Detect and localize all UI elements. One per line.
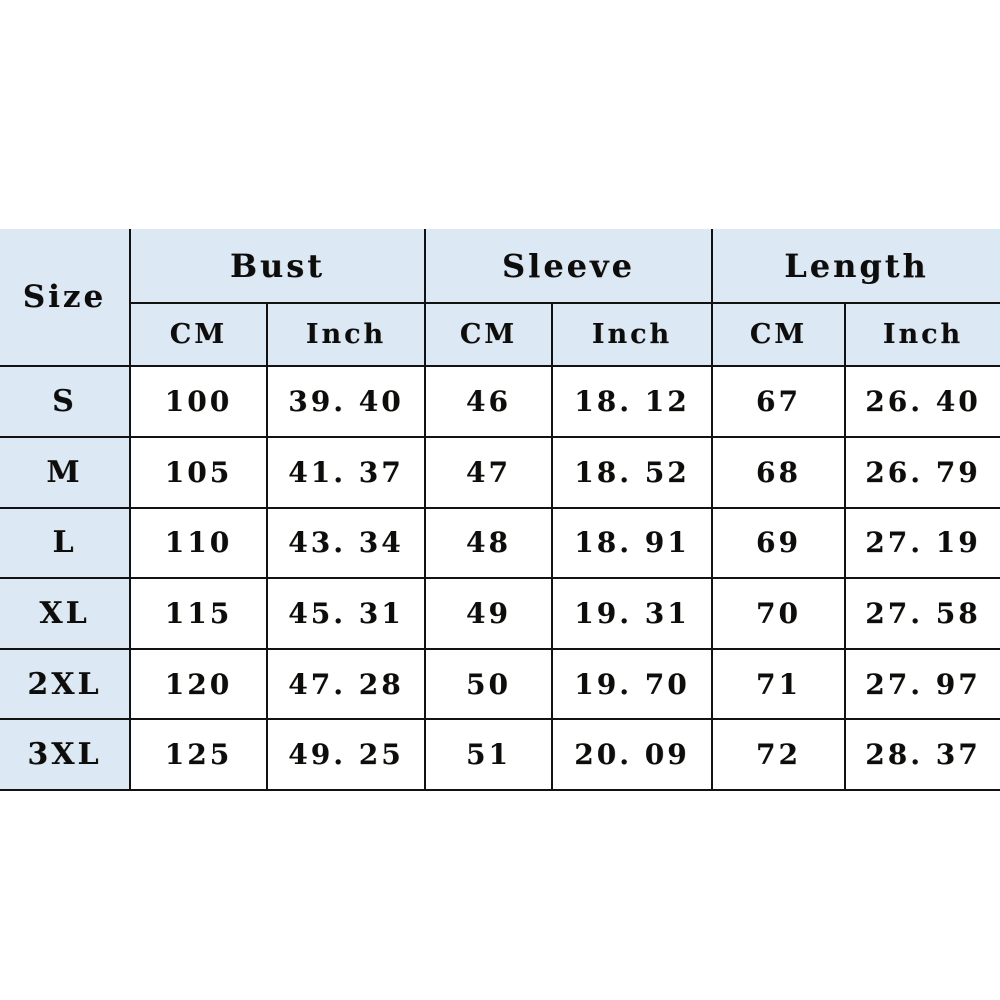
cell-length-inch: 26. 79 [844,435,1000,509]
cell-sleeve-cm: 49 [424,577,554,650]
cell-sleeve-cm: 48 [424,506,554,580]
cell-size: 2XL [0,647,131,721]
header-size: Size [0,229,131,368]
cell-bust-cm: 110 [129,506,268,580]
cell-sleeve-inch: 18. 12 [551,365,714,438]
cell-length-inch: 27. 97 [844,647,1000,721]
cell-length-inch: 26. 40 [844,365,1000,438]
size-chart-container: Size Bust Sleeve Length CM Inch CM Inch … [0,229,1000,791]
cell-sleeve-cm: 47 [424,435,554,509]
cell-length-cm: 70 [711,577,847,650]
cell-sleeve-inch: 20. 09 [551,718,714,791]
cell-size: L [0,506,131,580]
cell-bust-cm: 120 [129,647,268,721]
cell-sleeve-cm: 46 [424,365,554,438]
cell-size: S [0,365,131,438]
header-unit-sleeve-cm: CM [424,302,554,368]
cell-bust-inch: 47. 28 [265,647,427,721]
table-row: S 100 39. 40 46 18. 12 67 26. 40 [0,365,1000,438]
cell-length-cm: 67 [711,365,847,438]
cell-bust-inch: 45. 31 [265,577,427,650]
cell-length-inch: 27. 19 [844,506,1000,580]
cell-size: 3XL [0,718,131,791]
cell-bust-inch: 49. 25 [265,718,427,791]
header-group-bust: Bust [128,229,427,305]
cell-size: M [0,435,131,509]
size-chart-page: Size Bust Sleeve Length CM Inch CM Inch … [0,0,1000,1000]
header-unit-length-inch: Inch [844,302,1000,368]
table-row: 3XL 125 49. 25 51 20. 09 72 28. 37 [0,718,1000,791]
cell-length-inch: 27. 58 [844,577,1000,650]
header-unit-bust-inch: Inch [265,302,427,368]
cell-bust-cm: 105 [129,435,268,509]
cell-sleeve-inch: 18. 91 [551,506,714,580]
cell-sleeve-cm: 50 [424,647,554,721]
cell-size: XL [0,577,131,650]
header-group-sleeve: Sleeve [424,229,714,305]
cell-sleeve-inch: 19. 70 [551,647,714,721]
cell-length-cm: 72 [711,718,847,791]
table-row: 2XL 120 47. 28 50 19. 70 71 27. 97 [0,647,1000,721]
table-row: L 110 43. 34 48 18. 91 69 27. 19 [0,506,1000,580]
header-unit-length-cm: CM [711,302,847,368]
cell-bust-cm: 125 [129,718,268,791]
header-unit-bust-cm: CM [130,302,268,368]
cell-length-cm: 68 [711,435,847,509]
header-unit-sleeve-inch: Inch [551,302,714,368]
table-row: XL 115 45. 31 49 19. 31 70 27. 58 [0,577,1000,650]
cell-bust-cm: 100 [129,365,268,438]
cell-sleeve-cm: 51 [424,718,554,791]
cell-sleeve-inch: 18. 52 [551,435,714,509]
cell-bust-inch: 41. 37 [265,435,427,509]
table-row: M 105 41. 37 47 18. 52 68 26. 79 [0,435,1000,509]
header-group-length: Length [711,229,1000,305]
cell-length-cm: 69 [711,506,847,580]
cell-bust-inch: 43. 34 [265,506,427,580]
size-chart-table: Size Bust Sleeve Length CM Inch CM Inch … [0,229,1000,791]
cell-bust-cm: 115 [129,577,268,650]
cell-length-inch: 28. 37 [844,718,1000,791]
cell-bust-inch: 39. 40 [265,365,427,438]
table-header-group-row: Size Bust Sleeve Length [0,229,1000,368]
cell-sleeve-inch: 19. 31 [551,577,714,650]
cell-length-cm: 71 [711,647,847,721]
table-header-unit-row: CM Inch CM Inch CM Inch [0,302,1000,368]
